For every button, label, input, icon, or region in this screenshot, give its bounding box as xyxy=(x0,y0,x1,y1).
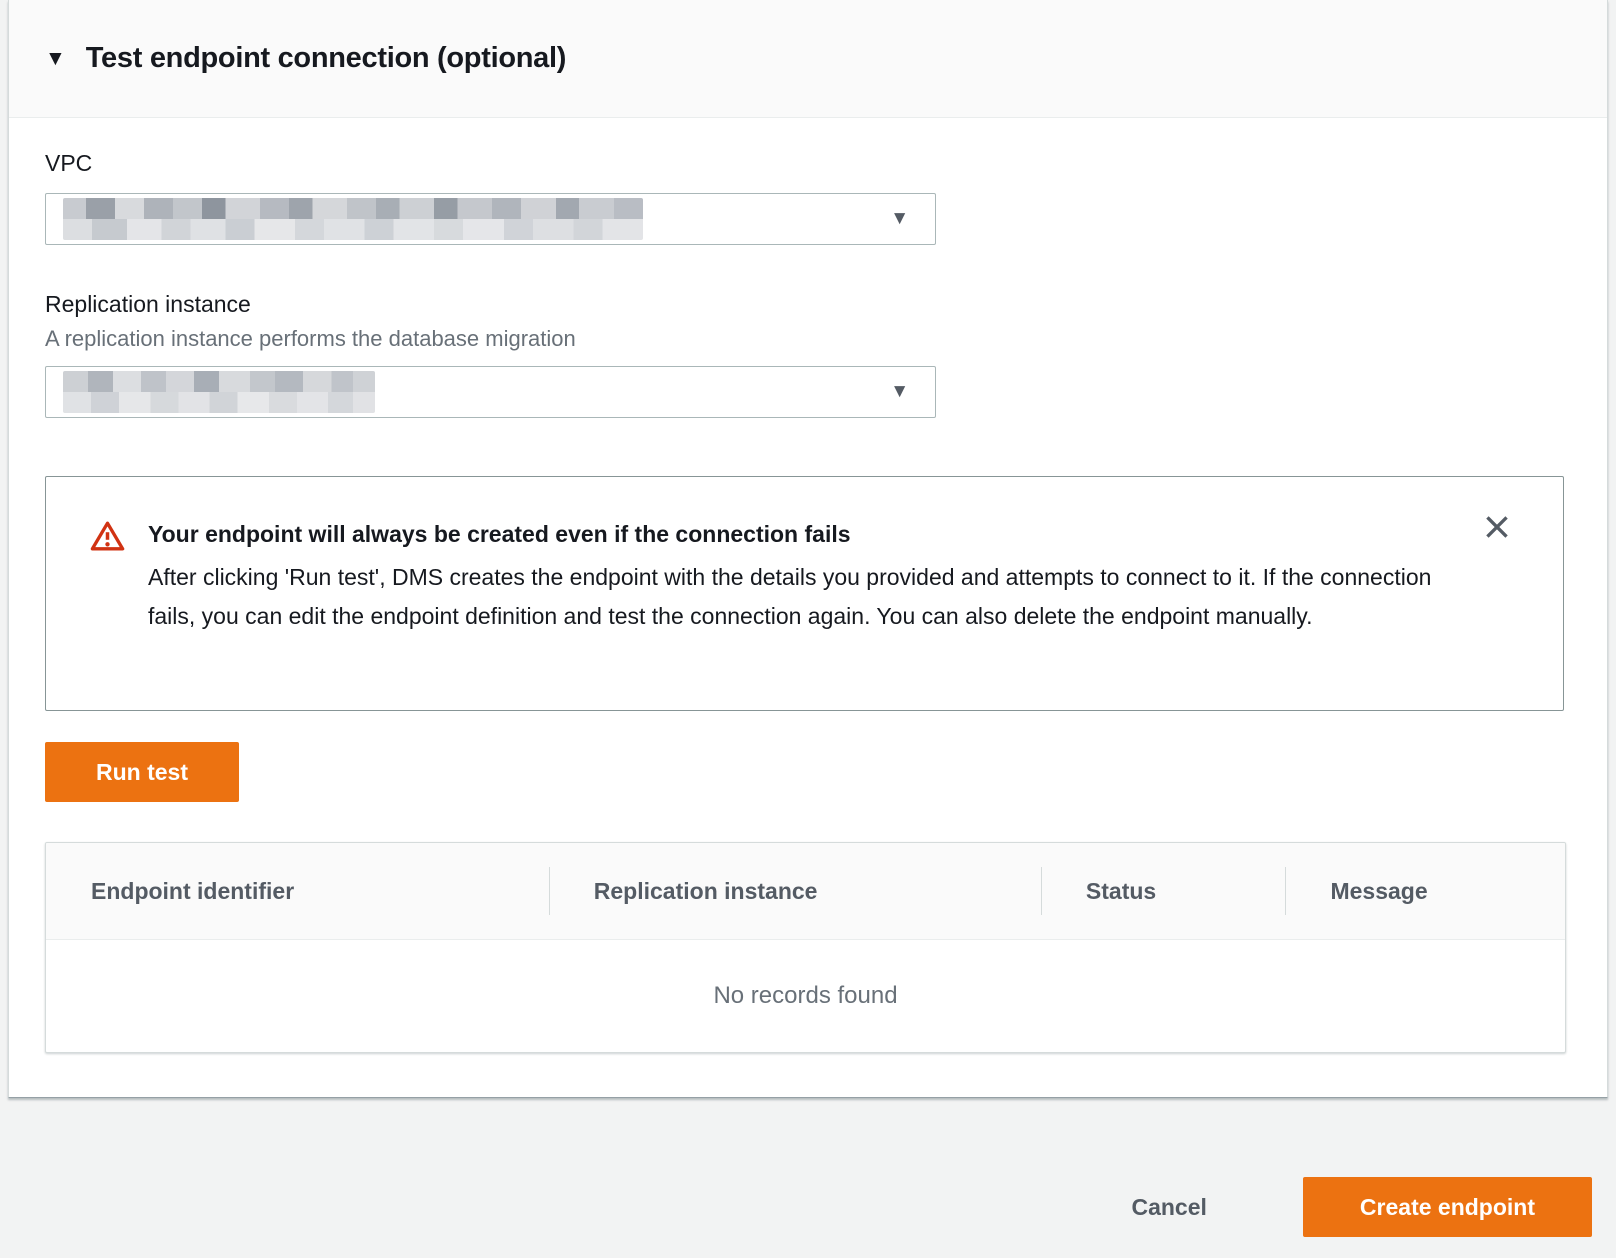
empty-state-message: No records found xyxy=(46,940,1565,1052)
replication-instance-select[interactable]: ▼ xyxy=(45,366,936,418)
chevron-down-icon: ▼ xyxy=(890,209,909,228)
chevron-down-icon: ▼ xyxy=(890,382,909,401)
vpc-select[interactable]: ▼ xyxy=(45,193,936,245)
warning-text: Your endpoint will always be created eve… xyxy=(148,519,1443,636)
close-icon[interactable] xyxy=(1477,507,1517,547)
warning-alert: Your endpoint will always be created eve… xyxy=(45,476,1564,711)
form-actions-footer: Cancel Create endpoint xyxy=(0,1098,1616,1237)
section-body: VPC ▼ Replication instance A replication… xyxy=(9,118,1607,1097)
section-header[interactable]: ▼ Test endpoint connection (optional) xyxy=(9,0,1607,118)
column-header-message: Message xyxy=(1285,843,1564,939)
test-endpoint-connection-panel: ▼ Test endpoint connection (optional) VP… xyxy=(8,0,1608,1098)
vpc-redacted-value xyxy=(63,198,643,240)
warning-title: Your endpoint will always be created eve… xyxy=(148,519,1443,549)
replication-instance-redacted-value xyxy=(63,371,375,413)
warning-triangle-icon xyxy=(90,520,125,557)
replication-instance-description: A replication instance performs the data… xyxy=(45,326,1571,352)
vpc-label: VPC xyxy=(45,150,1571,177)
test-results-table: Endpoint identifier Replication instance… xyxy=(45,842,1566,1053)
cancel-button[interactable]: Cancel xyxy=(1083,1177,1254,1237)
section-title: Test endpoint connection (optional) xyxy=(86,42,566,75)
column-header-endpoint-identifier: Endpoint identifier xyxy=(46,843,549,939)
run-test-button[interactable]: Run test xyxy=(45,742,239,802)
table-header-row: Endpoint identifier Replication instance… xyxy=(46,843,1565,940)
column-header-replication-instance: Replication instance xyxy=(549,843,1041,939)
collapse-triangle-icon[interactable]: ▼ xyxy=(45,48,66,69)
column-header-status: Status xyxy=(1041,843,1286,939)
replication-instance-label: Replication instance xyxy=(45,291,1571,318)
create-endpoint-button[interactable]: Create endpoint xyxy=(1303,1177,1592,1237)
warning-body: After clicking 'Run test', DMS creates t… xyxy=(148,558,1443,636)
